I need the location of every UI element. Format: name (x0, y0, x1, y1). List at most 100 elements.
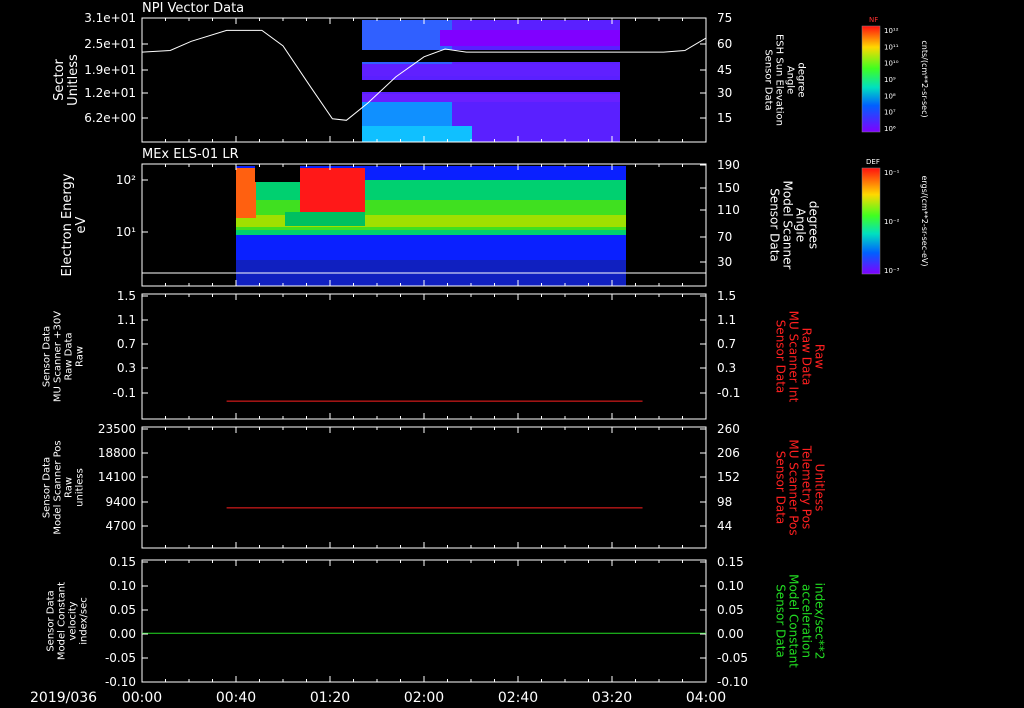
y-right-tick-label: 15 (717, 111, 732, 125)
y-left-tick-label: 9400 (105, 495, 136, 509)
colorbar-tick-label: 10⁹ (884, 76, 896, 84)
y-right-axis-label: Model Constant (787, 574, 801, 668)
colorbar-tick-label: 10⁻³ (884, 267, 900, 275)
y-left-tick-label: -0.05 (105, 651, 136, 665)
y-right-axis-label: Telemetry Pos (800, 445, 814, 529)
y-right-axis-label: Sensor Data (763, 49, 774, 110)
y-left-tick-label: 1.5 (117, 289, 136, 303)
model-frame (141, 559, 707, 683)
colorbar-nf: NF (861, 16, 881, 133)
y-right-axis-label: ESH Sun Elevation (774, 34, 785, 126)
y-right-tick-label: 70 (717, 230, 732, 244)
y-left-tick-label: 10² (116, 173, 136, 187)
y-left-tick-label: 0.15 (109, 555, 136, 569)
y-left-axis-label: index/sec (79, 597, 90, 645)
y-left-tick-label: 1.9e+01 (84, 63, 136, 77)
y-right-tick-label: 260 (717, 422, 740, 436)
y-right-axis-label: Raw (813, 344, 827, 369)
y-right-tick-label: 1.1 (717, 313, 736, 327)
y-right-axis-label: MU Scanner Int (787, 311, 801, 403)
y-left-tick-label: 0.3 (117, 361, 136, 375)
y-left-tick-label: 1.2e+01 (84, 86, 136, 100)
y-left-axis-label: Raw (64, 477, 75, 498)
y-right-axis-label: Angle (785, 66, 796, 94)
colorbar-unit-label: ergs/(cm**2-sr-sec-eV) (920, 175, 929, 266)
y-right-axis-label: acceleration (800, 584, 814, 658)
y-right-axis-label: index/sec**2 (813, 583, 827, 660)
y-right-tick-label: 206 (717, 446, 740, 460)
x-tick-label: 00:40 (216, 690, 256, 706)
y-right-tick-label: 98 (717, 495, 732, 509)
y-left-axis-label: velocity (68, 601, 79, 640)
y-left-tick-label: -0.10 (105, 675, 136, 689)
y-left-tick-label: 0.00 (109, 627, 136, 641)
y-right-tick-label: 60 (717, 37, 732, 51)
y-left-axis-label: Sector (52, 58, 67, 100)
y-right-axis-label: Sensor Data (774, 320, 788, 394)
colorbar-tick-label: 10⁻² (884, 218, 900, 226)
y-right-tick-label: 30 (717, 255, 732, 269)
y-right-tick-label: 45 (717, 63, 732, 77)
colorbar-def: DEF (861, 158, 881, 275)
panel-els-title: MEx ELS-01 LR (142, 147, 239, 162)
y-right-tick-label: 0.15 (717, 555, 744, 569)
y-left-axis-label: Raw (75, 346, 86, 367)
y-left-axis-label: Sensor Data (42, 457, 53, 518)
y-left-tick-label: 10¹ (116, 225, 136, 239)
colorbar-tick-label: 10⁶ (884, 125, 896, 133)
y-right-tick-label: 30 (717, 86, 732, 100)
y-right-tick-label: 1.5 (717, 289, 736, 303)
date-label: 2019/036 (30, 690, 97, 706)
y-right-axis-label: Model Scanner (781, 181, 795, 270)
y-right-axis-label: Sensor Data (774, 451, 788, 525)
x-tick-label: 01:20 (310, 690, 350, 706)
x-tick-label: 04:00 (686, 690, 726, 706)
y-left-tick-label: 0.05 (109, 603, 136, 617)
panel-npi-title: NPI Vector Data (142, 1, 244, 16)
y-right-tick-label: 75 (717, 11, 732, 25)
y-right-axis-label: Unitless (813, 464, 827, 512)
colorbar-nf-title: NF (869, 16, 878, 24)
y-right-tick-label: -0.10 (717, 675, 748, 689)
y-right-tick-label: 152 (717, 470, 740, 484)
y-left-tick-label: -0.1 (113, 386, 136, 400)
y-right-tick-label: 0.3 (717, 361, 736, 375)
y-left-axis-label: MU Scanner +30V (53, 311, 64, 402)
y-right-axis-label: Sensor Data (774, 584, 788, 658)
colorbar-tick-label: 10¹¹ (884, 43, 899, 51)
x-tick-label: 02:00 (404, 690, 444, 706)
y-left-axis-label: Electron Energy (60, 173, 75, 276)
y-left-tick-label: 14100 (98, 470, 136, 484)
y-right-tick-label: 110 (717, 203, 740, 217)
y-left-axis-label: Sensor Data (42, 326, 53, 387)
y-left-axis-label: Sensor Data (46, 590, 57, 651)
colorbar-unit-label: cnts/(cm**2-sr-sec) (920, 40, 929, 117)
y-right-tick-label: 190 (717, 158, 740, 172)
els-spectrogram (236, 166, 626, 286)
colorbar-tick-label: 10⁷ (884, 109, 896, 117)
y-right-tick-label: 0.05 (717, 603, 744, 617)
colorbar-tick-label: 10¹⁰ (884, 60, 899, 68)
y-right-axis-label: degree (796, 62, 807, 97)
y-left-tick-label: 1.1 (117, 313, 136, 327)
y-left-tick-label: 4700 (105, 519, 136, 533)
y-right-tick-label: -0.05 (717, 651, 748, 665)
y-right-tick-label: 0.00 (717, 627, 744, 641)
y-left-tick-label: 2.5e+01 (84, 37, 136, 51)
y-left-axis-label: Raw Data (64, 332, 75, 380)
y-right-axis-label: Raw Data (800, 328, 814, 386)
y-left-axis-label: Model Constant (57, 582, 68, 660)
colorbar-def-title: DEF (866, 158, 880, 166)
y-left-tick-label: 23500 (98, 422, 136, 436)
y-left-tick-label: 3.1e+01 (84, 11, 136, 25)
y-right-tick-label: -0.1 (717, 386, 740, 400)
y-left-tick-label: 6.2e+00 (84, 111, 136, 125)
y-right-tick-label: 44 (717, 519, 732, 533)
y-left-tick-label: 18800 (98, 446, 136, 460)
y-left-axis-label: eV (74, 216, 89, 233)
y-left-tick-label: 0.10 (109, 579, 136, 593)
y-right-axis-label: MU Scanner Pos (787, 439, 801, 535)
y-left-axis-label: Model Scanner Pos (53, 440, 64, 534)
y-right-axis-label: Sensor Data (768, 188, 782, 262)
colorbar-tick-label: 10⁸ (884, 92, 896, 100)
